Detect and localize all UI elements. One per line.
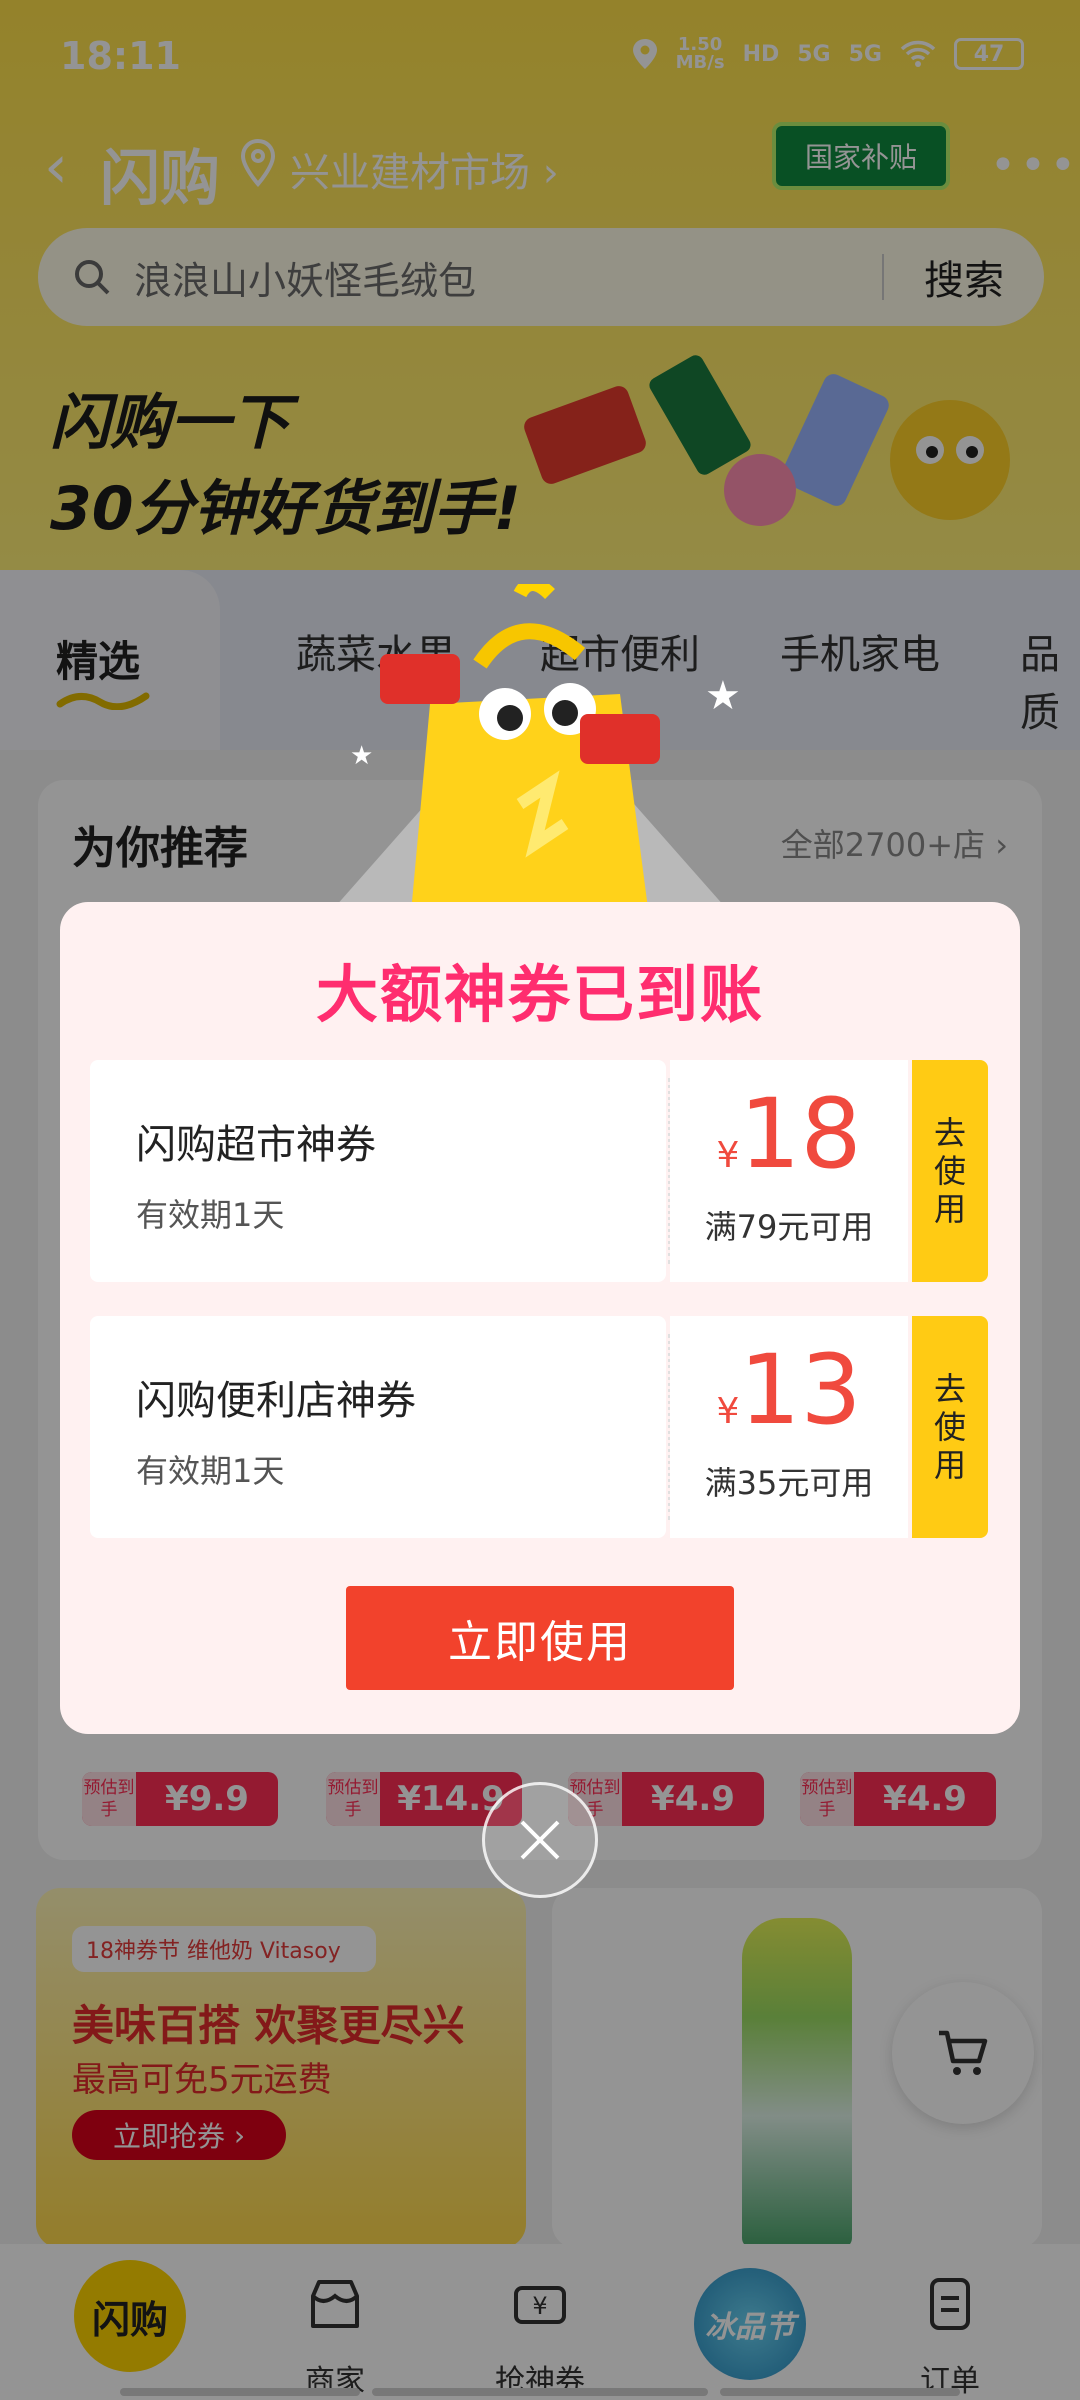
coupon-card[interactable]: 闪购超市神券 有效期1天 ¥18 满79元可用 去使用 [90,1060,990,1282]
use-coupon-button[interactable]: 去使用 [912,1316,988,1538]
use-coupon-button[interactable]: 去使用 [912,1060,988,1282]
coupon-name: 闪购便利店神券 [136,1378,416,1424]
coupon-validity: 有效期1天 [136,1452,285,1490]
coupon-amount: 13 [739,1334,862,1446]
coupon-amount: 18 [739,1078,862,1190]
coupon-condition: 满35元可用 [704,1464,874,1502]
mascot-bag-illustration: ★ ★ [320,584,740,924]
close-modal-button[interactable] [482,1782,598,1898]
coupon-info: 闪购超市神券 有效期1天 [90,1060,666,1282]
close-icon [520,1820,560,1860]
coupon-card[interactable]: 闪购便利店神券 有效期1天 ¥13 满35元可用 去使用 [90,1316,990,1538]
coupon-condition: 满79元可用 [704,1208,874,1246]
svg-text:★: ★ [705,673,740,719]
coupon-info: 闪购便利店神券 有效期1天 [90,1316,666,1538]
coupon-currency: ¥ [716,1135,740,1176]
coupon-modal: 大额神券已到账 闪购超市神券 有效期1天 ¥18 满79元可用 去使用 闪购便利… [60,902,1020,1734]
coupon-name: 闪购超市神券 [136,1122,376,1168]
modal-title: 大额神券已到账 [315,958,764,1031]
coupon-value: ¥13 满35元可用 [670,1316,908,1538]
coupon-validity: 有效期1天 [136,1196,285,1234]
coupon-value: ¥18 满79元可用 [670,1060,908,1282]
coupon-currency: ¥ [716,1391,740,1432]
svg-text:★: ★ [350,741,373,771]
use-now-button[interactable]: 立即使用 [346,1586,734,1690]
